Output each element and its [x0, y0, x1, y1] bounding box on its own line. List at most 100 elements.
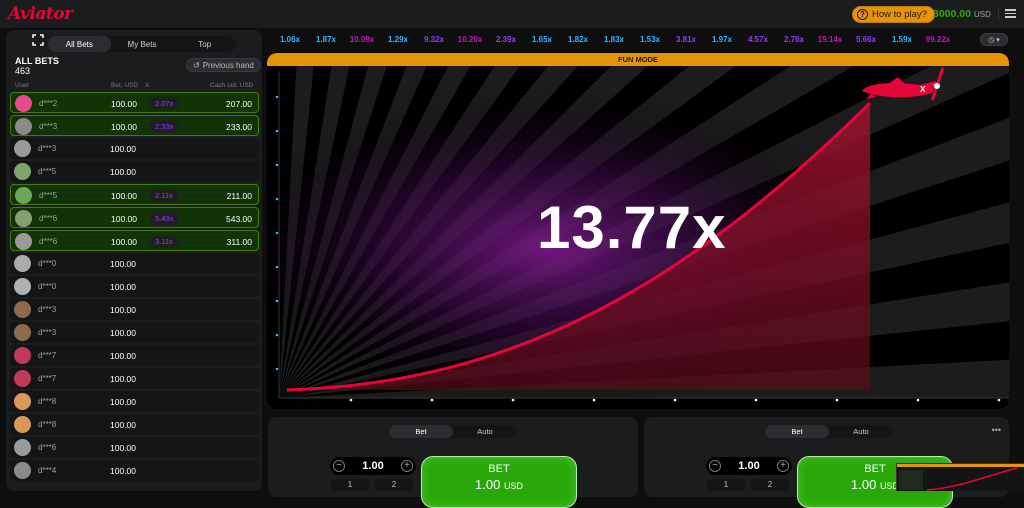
bet-user: d***3 [39, 122, 58, 131]
expand-icon[interactable] [30, 32, 46, 48]
hamburger-menu-icon[interactable] [998, 7, 1016, 21]
bet-button-label: BET [488, 463, 510, 475]
bet-amount: 100.00 [111, 237, 137, 247]
history-multiplier[interactable]: 10.20x [452, 35, 488, 44]
history-multiplier[interactable]: 99.22x [920, 35, 956, 44]
bet-amount: 100.00 [110, 144, 136, 154]
cashout-amount: 211.00 [226, 191, 252, 201]
history-multiplier[interactable]: 1.29x [380, 35, 416, 44]
history-multiplier[interactable]: 10.09x [344, 35, 380, 44]
quick-amount-1[interactable]: 1 [330, 479, 370, 491]
chevron-down-icon: ▾ [996, 36, 1000, 44]
bet-row: d***6 100.00 [10, 437, 259, 458]
avatar [14, 393, 31, 410]
y-axis-dot [275, 197, 279, 201]
tab-bet-2[interactable]: Bet [765, 425, 829, 438]
stake-amount-1[interactable]: 1.00 [362, 460, 383, 472]
history-multiplier[interactable]: 3.81x [668, 35, 704, 44]
y-axis-dot [275, 231, 279, 235]
quick-amount-1[interactable]: 1 [706, 479, 746, 491]
x-axis-dot [430, 398, 434, 402]
bet-row: d***6 100.00 3.11x 311.00 [10, 230, 259, 251]
bet-amount: 100.00 [111, 191, 137, 201]
quick-amount-2[interactable]: 2 [374, 479, 414, 491]
bet-amount: 100.00 [110, 167, 136, 177]
tab-all-bets[interactable]: All Bets [48, 36, 111, 52]
bet-panel-1: Bet Auto − 1.00 + 1 2 BET 1.00 USD [268, 417, 638, 508]
history-multiplier[interactable]: 1.87x [308, 35, 344, 44]
history-toggle-button[interactable]: ◷ ▾ [980, 33, 1008, 46]
top-bar: Aviator ? How to play? 3000.00 USD [0, 0, 1024, 28]
aviator-logo[interactable]: Aviator [8, 4, 73, 24]
minus-icon[interactable]: − [709, 460, 721, 472]
history-multiplier[interactable]: 1.06x [272, 35, 308, 44]
bets-tabs: All Bets My Bets Top [48, 36, 236, 52]
bet-amount: 100.00 [111, 122, 137, 132]
history-multiplier[interactable]: 19.14x [812, 35, 848, 44]
bet-row: d***6 100.00 5.43x 543.00 [10, 207, 259, 228]
bet-amount: 100.00 [110, 282, 136, 292]
stake-amount-2[interactable]: 1.00 [738, 460, 759, 472]
bet-row: d***7 100.00 [10, 368, 259, 389]
bet-amount: 100.00 [110, 397, 136, 407]
cashout-multiplier: 2.07x [149, 97, 180, 110]
tab-auto-2[interactable]: Auto [829, 425, 893, 438]
more-options-icon[interactable]: ••• [992, 425, 1001, 435]
tab-my-bets[interactable]: My Bets [111, 36, 174, 52]
bet-user: d***7 [38, 374, 57, 383]
bet-button-amount: 1.00 [475, 477, 501, 492]
balance-amount: 3000.00 [933, 8, 971, 20]
bet-row: d***3 100.00 [10, 299, 259, 320]
avatar [15, 233, 32, 250]
video-thumbnail[interactable] [896, 463, 1024, 491]
thumbnail-preview [897, 464, 1024, 491]
x-axis-dot [916, 398, 920, 402]
avatar [15, 118, 32, 135]
tab-bet-1[interactable]: Bet [389, 425, 453, 438]
history-multiplier[interactable]: 1.97x [704, 35, 740, 44]
bet-row: d***0 100.00 [10, 253, 259, 274]
tab-auto-1[interactable]: Auto [453, 425, 517, 438]
y-axis-dot [275, 299, 279, 303]
history-multiplier[interactable]: 2.39x [488, 35, 524, 44]
bet-user: d***3 [38, 144, 57, 153]
bet-mode-switch-2: Bet Auto [765, 425, 893, 438]
quick-amount-2[interactable]: 2 [750, 479, 790, 491]
bet-user: d***8 [38, 397, 57, 406]
history-multiplier[interactable]: 1.65x [524, 35, 560, 44]
question-icon: ? [857, 9, 868, 20]
history-multiplier[interactable]: 4.57x [740, 35, 776, 44]
bet-row: d***5 100.00 2.11x 211.00 [10, 184, 259, 205]
history-multiplier[interactable]: 5.66x [848, 35, 884, 44]
column-cashout: Cash out, USD [210, 82, 254, 89]
cashout-amount: 207.00 [226, 99, 252, 109]
avatar [14, 140, 31, 157]
avatar [15, 210, 32, 227]
x-axis-dot [754, 398, 758, 402]
history-multiplier[interactable]: 1.59x [884, 35, 920, 44]
bet-user: d***3 [38, 328, 57, 337]
bet-row: d***3 100.00 2.33x 233.00 [10, 115, 259, 136]
avatar [14, 347, 31, 364]
balance: 3000.00 USD [933, 8, 991, 20]
history-multiplier[interactable]: 1.82x [560, 35, 596, 44]
history-multiplier[interactable]: 1.83x [596, 35, 632, 44]
bet-user: d***5 [39, 191, 58, 200]
history-multiplier[interactable]: 2.76x [776, 35, 812, 44]
history-multiplier[interactable]: 1.53x [632, 35, 668, 44]
balance-currency: USD [973, 10, 991, 19]
history-multiplier[interactable]: 9.32x [416, 35, 452, 44]
plus-icon[interactable]: + [400, 460, 413, 472]
bet-amount: 100.00 [110, 328, 136, 338]
bet-user: d***0 [38, 282, 57, 291]
bet-button-1[interactable]: BET 1.00 USD [421, 456, 577, 508]
tab-top[interactable]: Top [173, 36, 236, 52]
plus-icon[interactable]: + [776, 460, 789, 472]
bet-button-amount: 1.00 [851, 477, 877, 492]
how-to-play-button[interactable]: ? How to play? [852, 6, 935, 23]
history-clock-icon: ↺ [193, 60, 200, 70]
previous-hand-button[interactable]: ↺ Previous hand [186, 58, 261, 72]
avatar [14, 462, 31, 479]
minus-icon[interactable]: − [333, 460, 345, 472]
bet-row: d***3 100.00 [10, 322, 259, 343]
